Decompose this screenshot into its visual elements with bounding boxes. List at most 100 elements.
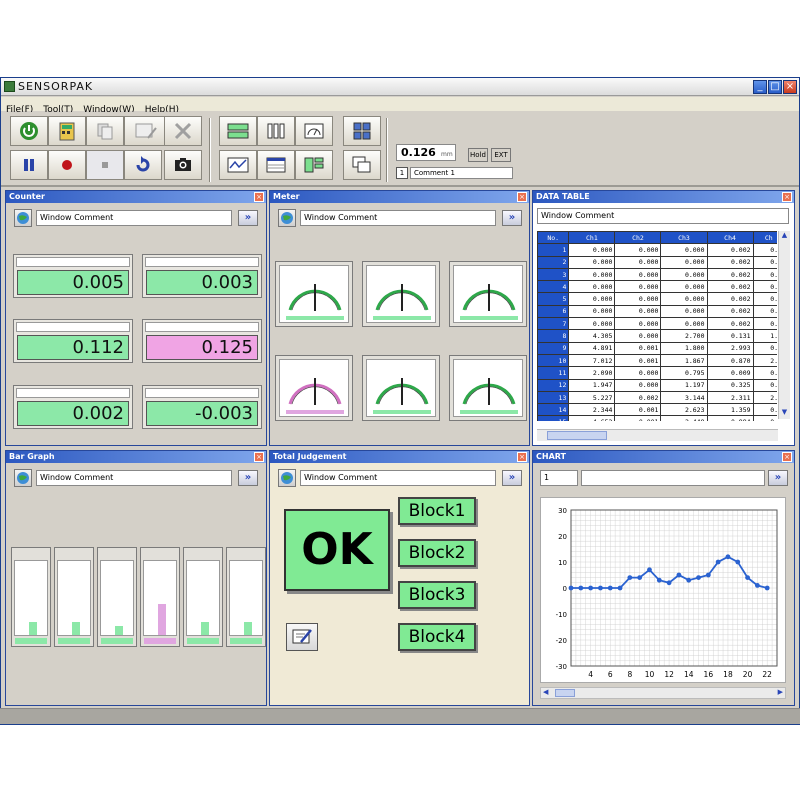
judgement-window-comment[interactable]: Window Comment <box>300 470 496 486</box>
table-cell[interactable]: 0.0 <box>752 403 777 417</box>
table-cell[interactable]: 15 <box>537 415 570 421</box>
data-table-close-icon[interactable]: × <box>782 192 792 202</box>
hold-button[interactable]: Hold <box>468 148 488 162</box>
table-cell[interactable]: 0.870 <box>706 353 754 368</box>
table-cell[interactable]: 0.795 <box>660 366 708 380</box>
table-cell[interactable]: 0.009 <box>706 366 754 380</box>
table-cell[interactable]: 0.000 <box>614 304 662 319</box>
close-button[interactable]: × <box>783 80 797 94</box>
table-cell[interactable]: 0.000 <box>614 280 662 294</box>
table-cell[interactable]: 0.002 <box>614 390 662 405</box>
table-cell[interactable]: 0.4 <box>752 415 777 421</box>
table-cell[interactable]: 7 <box>537 317 570 331</box>
chart-index-field[interactable]: 1 <box>540 470 578 486</box>
table-cell[interactable]: 0.000 <box>614 267 662 282</box>
table-cell[interactable]: 2.993 <box>706 341 754 355</box>
globe-icon[interactable] <box>14 209 32 227</box>
edit-window-button[interactable] <box>124 116 168 146</box>
copy-button[interactable] <box>86 116 124 146</box>
table-cell[interactable]: 0.0 <box>752 304 777 319</box>
table-cell[interactable]: 4.305 <box>568 329 616 343</box>
table-cell[interactable]: 0.002 <box>706 304 754 319</box>
table-cell[interactable]: 4 <box>537 280 570 294</box>
table-cell[interactable]: 0.002 <box>706 280 754 294</box>
chart-comment-field[interactable] <box>581 470 765 486</box>
display-table-button[interactable] <box>257 150 295 180</box>
table-cell[interactable]: 0.0 <box>752 292 777 306</box>
scroll-up-icon[interactable]: ▲ <box>779 231 790 242</box>
table-cell[interactable]: 2.311 <box>706 390 754 405</box>
table-cell[interactable]: 0.000 <box>660 304 708 319</box>
table-cell[interactable]: 0.000 <box>614 243 662 257</box>
table-cell[interactable]: 2.0 <box>752 390 777 405</box>
table-cell[interactable]: 0.000 <box>660 255 708 269</box>
table-cell[interactable]: 5 <box>537 292 570 306</box>
table-cell[interactable]: 0.000 <box>568 292 616 306</box>
counter-panel-close-icon[interactable]: × <box>254 192 264 202</box>
table-cell[interactable]: 0.002 <box>706 255 754 269</box>
stop-button[interactable] <box>86 150 124 180</box>
display-meter-button[interactable] <box>295 116 333 146</box>
table-cell[interactable]: 0.325 <box>706 378 754 392</box>
scroll-thumb[interactable] <box>555 689 575 697</box>
judgement-panel-close-icon[interactable]: × <box>517 452 527 462</box>
table-cell[interactable]: 1 <box>537 243 570 257</box>
comment-field[interactable]: Comment 1 <box>410 167 513 179</box>
table-cell[interactable]: 11 <box>537 366 570 380</box>
table-cell[interactable]: 0.001 <box>614 353 662 368</box>
table-cell[interactable]: 0.0 <box>752 243 777 257</box>
display-counter-button[interactable] <box>219 116 257 146</box>
bar-graph-close-icon[interactable]: × <box>254 452 264 462</box>
table-cell[interactable]: 0.002 <box>706 317 754 331</box>
table-cell[interactable]: 0.000 <box>568 317 616 331</box>
table-cell[interactable]: 14 <box>537 403 570 417</box>
table-cell[interactable]: 0.000 <box>568 267 616 282</box>
scroll-down-icon[interactable]: ▼ <box>779 408 790 419</box>
table-cell[interactable]: 0.000 <box>660 292 708 306</box>
globe-icon[interactable] <box>14 469 32 487</box>
table-cell[interactable]: 2.700 <box>660 329 708 343</box>
refresh-button[interactable] <box>124 150 162 180</box>
table-cell[interactable]: 3 <box>537 267 570 282</box>
data-table-hscrollbar[interactable] <box>537 429 778 441</box>
table-cell[interactable]: 0.000 <box>614 366 662 380</box>
chart-panel-close-icon[interactable]: × <box>782 452 792 462</box>
table-cell[interactable]: 0.000 <box>660 243 708 257</box>
table-cell[interactable]: 0.0 <box>752 255 777 269</box>
title-bar[interactable]: SENSORPAK _ □ × <box>1 78 799 96</box>
table-cell[interactable]: 0.000 <box>568 304 616 319</box>
table-cell[interactable]: 2.090 <box>568 366 616 380</box>
edit-note-button[interactable] <box>286 623 318 651</box>
chart-hscrollbar[interactable]: ◀ ▶ <box>540 687 786 699</box>
data-table-vscrollbar[interactable]: ▲ ▼ <box>778 231 790 419</box>
comment-index[interactable]: 1 <box>396 167 408 179</box>
cascade-windows-button[interactable] <box>343 150 381 180</box>
table-cell[interactable]: 0.002 <box>706 243 754 257</box>
minimize-button[interactable]: _ <box>753 80 767 94</box>
table-cell[interactable]: 1.197 <box>660 378 708 392</box>
table-cell[interactable]: 10 <box>537 353 570 368</box>
display-chart-button[interactable] <box>219 150 257 180</box>
table-cell[interactable]: 0.000 <box>614 329 662 343</box>
display-judgement-button[interactable] <box>295 150 333 180</box>
table-cell[interactable]: 1.0 <box>752 329 777 343</box>
table-cell[interactable]: 0.000 <box>568 280 616 294</box>
pause-button[interactable] <box>10 150 48 180</box>
table-cell[interactable]: 0.0 <box>752 317 777 331</box>
table-cell[interactable]: 0.000 <box>614 292 662 306</box>
table-cell[interactable]: 9 <box>537 341 570 355</box>
table-header[interactable]: Ch <box>752 231 777 245</box>
meter-expand-button[interactable]: » <box>502 210 522 226</box>
table-cell[interactable]: 3.144 <box>660 390 708 405</box>
chart-expand-button[interactable]: » <box>768 470 788 486</box>
table-cell[interactable]: 5.227 <box>568 390 616 405</box>
table-cell[interactable]: 0.000 <box>568 243 616 257</box>
table-cell[interactable]: 0.001 <box>614 415 662 421</box>
table-cell[interactable]: 2 <box>537 255 570 269</box>
table-header[interactable]: No. <box>537 231 570 245</box>
display-bar-button[interactable] <box>257 116 295 146</box>
meter-window-comment[interactable]: Window Comment <box>300 210 496 226</box>
table-cell[interactable]: 0.000 <box>660 267 708 282</box>
data-table-window-comment[interactable]: Window Comment <box>537 208 789 224</box>
camera-button[interactable] <box>164 150 202 180</box>
